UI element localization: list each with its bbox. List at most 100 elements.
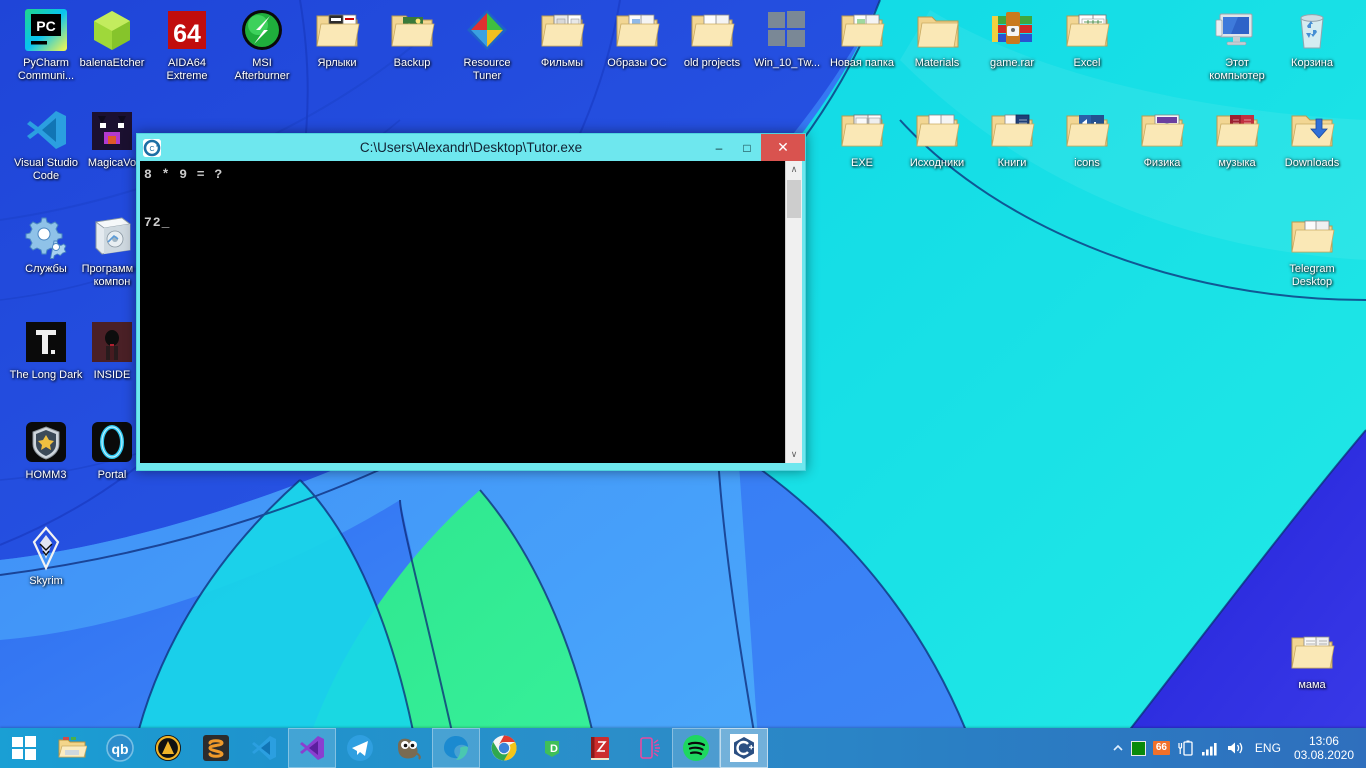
desktop-icon-folder-shortcuts-icon[interactable]: Ярлыки	[299, 6, 375, 70]
desktop-icon-services-gears-icon[interactable]: Службы	[8, 212, 84, 276]
show-hidden-icons-button[interactable]	[1112, 742, 1124, 754]
desktop-icon-vscode-icon[interactable]: Visual Studio Code	[8, 106, 84, 182]
desktop-icon-homm3-icon[interactable]: HOMM3	[8, 418, 84, 482]
folder-old-projects-icon	[688, 6, 736, 54]
scrollbar-down-arrow[interactable]: ∨	[786, 446, 802, 463]
scrollbar-thumb[interactable]	[787, 180, 801, 218]
homm3-icon	[22, 418, 70, 466]
console-scrollbar[interactable]: ∧ ∨	[785, 161, 802, 463]
desktop-icon-folder-materials-icon[interactable]: Materials	[899, 6, 975, 70]
desktop-icon-msi-afterburner-icon[interactable]: MSI Afterburner	[224, 6, 300, 82]
language-indicator[interactable]: ENG	[1251, 741, 1285, 755]
console-output-text[interactable]: 8 * 9 = ? 72_	[140, 161, 785, 463]
msi-afterburner-icon	[238, 6, 286, 54]
folder-mama-icon	[1288, 628, 1336, 676]
services-gears-icon	[22, 212, 70, 260]
folder-os-images-icon	[613, 6, 661, 54]
green-square-icon[interactable]	[1130, 740, 1146, 756]
file-explorer-icon	[57, 733, 87, 763]
desktop-icon-windows-tweaker-icon[interactable]: Win_10_Tw...	[749, 6, 825, 70]
desktop-icon-skyrim-icon[interactable]: Skyrim	[8, 524, 84, 588]
taskbar-item-qbittorrent[interactable]: qb	[96, 728, 144, 768]
desktop-icon-folder-icons-icon[interactable]: icons	[1049, 106, 1125, 170]
desktop-icon-folder-telegram-icon[interactable]: Telegram Desktop	[1274, 212, 1350, 288]
desktop-icon-folder-new-icon[interactable]: Новая папка	[824, 6, 900, 70]
desktop-icon-pycharm-icon[interactable]: PC PyCharm Communi...	[8, 6, 84, 82]
vscode-taskbar-icon	[249, 733, 279, 763]
taskbar-item-dropbox[interactable]: D	[528, 728, 576, 768]
desktop-icon-folder-books-icon[interactable]: Книги	[974, 106, 1050, 170]
desktop-icon-folder-exe-icon[interactable]: EXE	[824, 106, 900, 170]
desktop-icon-label: EXE	[850, 157, 873, 169]
desktop-icon-winrar-archive-icon[interactable]: game.rar	[974, 6, 1050, 70]
desktop-icon-label: Materials	[914, 57, 960, 69]
windows-logo-icon	[12, 736, 36, 760]
tutor-console-window[interactable]: C C:\Users\Alexandr\Desktop\Tutor.exe – …	[136, 133, 806, 471]
maximize-button[interactable]: □	[733, 134, 761, 161]
taskbar-item-visual-studio[interactable]	[288, 728, 336, 768]
desktop-icon-folder-excel-icon[interactable]: Excel	[1049, 6, 1125, 70]
taskbar-item-vscode[interactable]	[240, 728, 288, 768]
minimize-button[interactable]: –	[705, 134, 733, 161]
taskbar-item-file-explorer[interactable]	[48, 728, 96, 768]
clock[interactable]: 13:06 03.08.2020	[1292, 734, 1360, 762]
desktop-icon-label: balenaEtcher	[79, 57, 145, 69]
desktop-icon-folder-mama-icon[interactable]: мама	[1274, 628, 1350, 692]
taskbar-item-aimp[interactable]	[144, 728, 192, 768]
vscode-icon	[22, 106, 70, 154]
inside-game-icon	[88, 318, 136, 366]
desktop-icon-balena-etcher-icon[interactable]: balenaEtcher	[74, 6, 150, 70]
desktop-icon-this-pc-icon[interactable]: Этот компьютер	[1199, 6, 1275, 82]
scrollbar-track[interactable]	[786, 178, 802, 446]
cpp-taskbar-icon	[729, 733, 759, 763]
desktop-icon-aida64-icon[interactable]: 64 AIDA64 Extreme	[149, 6, 225, 82]
taskbar-item-zotero[interactable]	[576, 728, 624, 768]
taskbar-item-spotify[interactable]	[672, 728, 720, 768]
volume-icon[interactable]	[1226, 740, 1244, 756]
folder-sources-icon	[913, 106, 961, 154]
battery-percent-badge[interactable]: 66	[1152, 741, 1170, 755]
desktop-icon-label: Excel	[1073, 57, 1101, 69]
desktop-icon-label: Downloads	[1284, 157, 1340, 169]
taskbar-item-device-sync[interactable]	[624, 728, 672, 768]
folder-books-icon	[988, 106, 1036, 154]
start-button[interactable]	[0, 728, 48, 768]
folder-downloads-icon	[1288, 106, 1336, 154]
folder-films-icon	[538, 6, 586, 54]
clock-date: 03.08.2020	[1293, 748, 1354, 762]
desktop-icon-folder-os-images-icon[interactable]: Образы ОС	[599, 6, 675, 70]
taskbar-item-google-chrome[interactable]	[480, 728, 528, 768]
taskbar-item-microsoft-edge[interactable]	[432, 728, 480, 768]
desktop-icon-folder-films-icon[interactable]: Фильмы	[524, 6, 600, 70]
scrollbar-up-arrow[interactable]: ∧	[786, 161, 802, 178]
desktop-icon-folder-sources-icon[interactable]: Исходники	[899, 106, 975, 170]
this-pc-icon	[1213, 6, 1261, 54]
folder-shortcuts-icon	[313, 6, 361, 54]
desktop-icon-folder-backup-icon[interactable]: Backup	[374, 6, 450, 70]
network-signal-icon[interactable]	[1201, 741, 1219, 756]
battery-icon[interactable]	[1177, 740, 1194, 757]
desktop-icon-folder-old-projects-icon[interactable]: old projects	[674, 6, 750, 70]
taskbar-item-cpp-tutor[interactable]	[720, 728, 768, 768]
close-button[interactable]: ✕	[761, 134, 805, 161]
dropbox-green-icon: D	[537, 733, 567, 763]
telegram-icon	[345, 733, 375, 763]
folder-icons-icon	[1063, 106, 1111, 154]
desktop-icon-folder-downloads-icon[interactable]: Downloads	[1274, 106, 1350, 170]
console-body[interactable]: 8 * 9 = ? 72_ ∧ ∨	[140, 161, 802, 463]
desktop-icon-resource-tuner-icon[interactable]: Resource Tuner	[449, 6, 525, 82]
taskbar-item-sublime-text[interactable]	[192, 728, 240, 768]
gimp-icon	[393, 733, 423, 763]
window-titlebar[interactable]: C C:\Users\Alexandr\Desktop\Tutor.exe – …	[137, 134, 805, 161]
desktop-icon-folder-music-icon[interactable]: музыка	[1199, 106, 1275, 170]
desktop-icon-label: old projects	[683, 57, 741, 69]
chrome-icon	[489, 733, 519, 763]
balena-etcher-icon	[88, 6, 136, 54]
taskbar-item-gimp[interactable]	[384, 728, 432, 768]
desktop-icon-recycle-bin-icon[interactable]: Корзина	[1274, 6, 1350, 70]
taskbar-item-telegram[interactable]	[336, 728, 384, 768]
desktop-icon-the-long-dark-icon[interactable]: The Long Dark	[8, 318, 84, 382]
edge-icon	[441, 733, 471, 763]
desktop-icon-folder-physics-icon[interactable]: Физика	[1124, 106, 1200, 170]
desktop-icon-label: Образы ОС	[607, 57, 667, 69]
